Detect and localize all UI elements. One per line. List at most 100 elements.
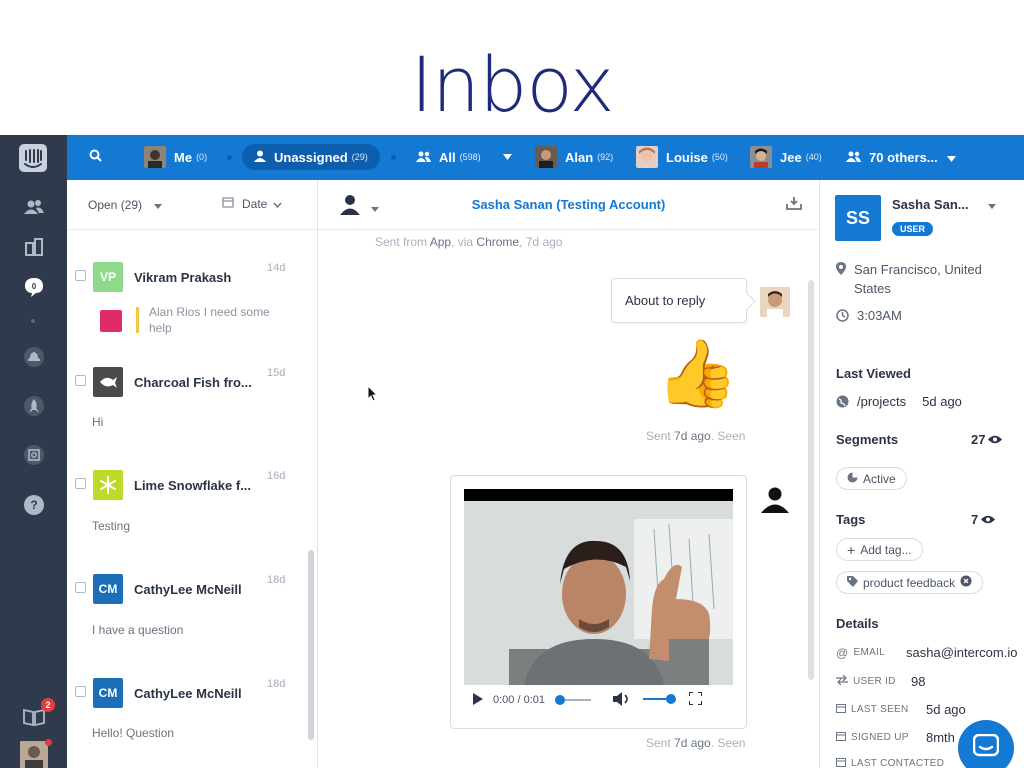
list-item[interactable]: Charcoal Fish fro... 15d Hi <box>67 334 312 438</box>
contact-avatar: VP <box>93 262 123 292</box>
detail-value[interactable]: sasha@intercom.io <box>906 645 1017 660</box>
intercom-logo-icon[interactable] <box>18 143 48 173</box>
contact-name: Lime Snowflake f... <box>134 478 252 493</box>
meta-text: , 7d ago <box>519 235 563 249</box>
contact-name: Vikram Prakash <box>134 270 232 285</box>
meta-text: . Seen <box>710 429 746 443</box>
last-viewed-row: /projects 5d ago <box>836 394 962 411</box>
rocket-icon[interactable] <box>20 392 48 420</box>
video-time: 0:00 / 0:01 <box>493 694 545 706</box>
replier-avatar <box>100 310 122 332</box>
segment-pill[interactable]: Active <box>836 467 907 490</box>
meta-text: Sent from <box>375 235 430 249</box>
calendar-icon <box>836 731 846 744</box>
conversation-age: 18d <box>267 678 286 690</box>
inbox-others[interactable]: 70 others... <box>846 144 956 170</box>
meta-text: . Seen <box>710 736 746 750</box>
detail-row-email: @ EMAIL sasha@intercom.io <box>836 645 1024 660</box>
row-checkbox[interactable] <box>75 270 86 281</box>
last-viewed-page[interactable]: /projects <box>857 394 906 409</box>
detail-key: @ EMAIL <box>836 646 906 660</box>
detail-key: LAST SEEN <box>836 703 926 716</box>
add-tag-button[interactable]: + Add tag... <box>836 538 923 561</box>
row-checkbox[interactable] <box>75 582 86 593</box>
sort-filter[interactable]: Date <box>222 196 282 211</box>
companies-icon[interactable] <box>20 233 48 261</box>
conversations-icon[interactable]: 0 <box>20 273 48 301</box>
svg-text:?: ? <box>30 498 37 512</box>
sort-label: Date <box>242 196 268 211</box>
left-rail: 0 ? 2 <box>0 135 67 768</box>
conversation-title[interactable]: Sasha Sanan (Testing Account) <box>318 197 819 212</box>
chevron-down-icon <box>273 197 282 211</box>
list-item[interactable]: VP Vikram Prakash 14d Alan Rios I need s… <box>67 230 312 335</box>
meta-text: Sent <box>646 736 675 750</box>
calendar-icon <box>222 196 234 211</box>
volume-icon[interactable] <box>613 691 631 709</box>
tag-icon <box>847 575 858 590</box>
jee-avatar <box>750 146 772 168</box>
user-name[interactable]: Sasha San... <box>892 197 997 212</box>
help-icon[interactable]: ? <box>20 491 48 519</box>
conversation-age: 18d <box>267 574 286 586</box>
meta-time: 7d ago <box>674 736 711 750</box>
conversation-scrollbar[interactable] <box>808 280 814 680</box>
list-item[interactable]: Lime Snowflake f... 16d Testing <box>67 438 312 542</box>
fullscreen-icon[interactable] <box>688 691 703 708</box>
tag-pill[interactable]: product feedback <box>836 571 984 594</box>
search-button[interactable] <box>89 144 102 170</box>
play-icon[interactable] <box>473 692 483 708</box>
tags-count[interactable]: 7 <box>971 512 996 527</box>
alan-label: Alan <box>565 149 594 165</box>
status-filter[interactable]: Open (29) <box>88 198 163 212</box>
last-viewed-heading: Last Viewed <box>836 366 911 381</box>
detail-key: SIGNED UP <box>836 731 926 744</box>
list-item[interactable]: CM CathyLee McNeill 18d I have a questio… <box>67 542 312 646</box>
video-player[interactable] <box>464 489 733 685</box>
eye-icon <box>981 512 996 527</box>
list-scrollbar[interactable] <box>308 550 314 740</box>
my-avatar[interactable] <box>20 741 48 768</box>
seek-slider[interactable] <box>555 695 591 705</box>
remove-tag-icon[interactable] <box>960 575 972 590</box>
detail-key: LAST CONTACTED <box>836 757 966 768</box>
inbox-me[interactable]: Me (0) <box>144 144 207 170</box>
plus-icon: + <box>847 541 856 558</box>
inbox-alan[interactable]: Alan (92) <box>535 144 613 170</box>
chevron-down-icon[interactable] <box>503 144 512 170</box>
message-meta-top: Sent from App, via Chrome, 7d ago <box>375 235 562 249</box>
person-icon <box>254 150 266 165</box>
conversation-age: 14d <box>267 262 286 274</box>
row-checkbox[interactable] <box>75 478 86 489</box>
inbox-jee[interactable]: Jee (40) <box>750 144 822 170</box>
agent-avatar <box>760 287 790 317</box>
snowflake-avatar-icon <box>93 470 123 500</box>
row-checkbox[interactable] <box>75 686 86 697</box>
articles-icon[interactable] <box>20 441 48 469</box>
inbox-all[interactable]: All (598) <box>416 144 481 170</box>
volume-slider[interactable] <box>643 693 677 707</box>
add-tag-label: Add tag... <box>860 542 912 557</box>
inbox-unassigned[interactable]: Unassigned (29) <box>242 144 380 170</box>
louise-count: (50) <box>711 152 728 162</box>
search-icon <box>89 149 102 165</box>
caret-down-icon <box>988 197 997 212</box>
bell-icon[interactable] <box>20 343 48 371</box>
contact-name: CathyLee McNeill <box>134 686 242 701</box>
user-type-badge: USER <box>892 222 934 236</box>
segments-count[interactable]: 27 <box>971 432 1003 447</box>
people-icon[interactable] <box>20 193 48 221</box>
tags-heading: Tags <box>836 512 866 527</box>
alan-count: (92) <box>597 152 614 162</box>
download-icon[interactable] <box>786 196 802 215</box>
inbox-louise[interactable]: Louise (50) <box>636 144 728 170</box>
row-checkbox[interactable] <box>75 375 86 386</box>
conversation-age: 15d <box>267 367 286 379</box>
contact-name: Charcoal Fish fro... <box>134 375 252 390</box>
segments-heading: Segments <box>836 432 899 447</box>
list-item[interactable]: CM CathyLee McNeill 18d Hello! Question <box>67 646 312 750</box>
messenger-launcher[interactable] <box>958 720 1014 768</box>
message-preview: Alan Rios I need some help <box>149 305 270 335</box>
meta-text: Sent <box>646 429 675 443</box>
last-viewed-age: 5d ago <box>922 394 962 409</box>
